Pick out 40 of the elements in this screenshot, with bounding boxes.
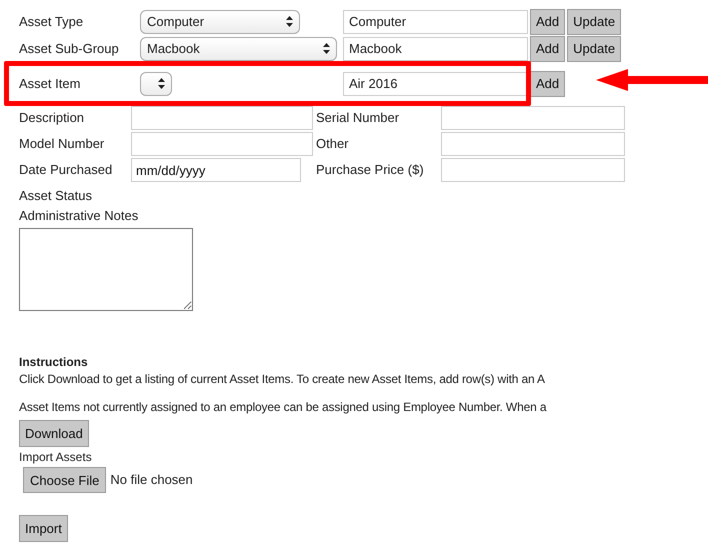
instructions-text: Asset Items not currently assigned to an employee can be assigned using Employee Number. When a <box>19 399 546 415</box>
field-label: Asset Status <box>19 187 92 206</box>
updown-icon <box>158 78 165 89</box>
update-button[interactable]: Update <box>567 8 622 34</box>
text-field[interactable] <box>441 132 625 156</box>
add-button[interactable]: Add <box>530 8 566 34</box>
update-button[interactable]: Update <box>567 36 622 62</box>
text-field[interactable] <box>441 158 625 182</box>
add-button[interactable]: Add <box>530 36 566 62</box>
updown-icon <box>286 16 293 27</box>
field-label: Date Purchased <box>19 161 114 180</box>
field-label: Asset Item <box>19 74 82 93</box>
text-field[interactable] <box>131 132 313 156</box>
text-field[interactable]: Computer <box>343 10 528 34</box>
text-field[interactable] <box>131 106 313 130</box>
file-status: No file chosen <box>110 471 193 490</box>
dropdown[interactable]: Computer <box>140 10 300 34</box>
dropdown[interactable]: Macbook <box>140 36 337 60</box>
field-label: Asset Type <box>19 12 84 31</box>
text-field[interactable]: mm/dd/yyyy <box>131 158 301 182</box>
choose-file-button[interactable]: Choose File <box>23 467 106 493</box>
field-label: Asset Sub-Group <box>19 40 120 58</box>
field-label: Administrative Notes <box>19 207 138 226</box>
text-field[interactable]: Air 2016 <box>343 72 528 96</box>
field-label: Model Number <box>19 135 106 154</box>
text-field[interactable] <box>441 106 625 130</box>
notes-field[interactable] <box>19 228 193 311</box>
field-label: Serial Number <box>316 109 400 128</box>
dropdown[interactable] <box>140 72 172 96</box>
add-button[interactable]: Add <box>530 70 566 96</box>
download-button[interactable]: Download <box>19 420 89 447</box>
field-label: Other <box>316 135 350 154</box>
instructions-text: Click Download to get a listing of current Asset Items. To create new Asset Items, add row(s) with an A <box>19 371 545 387</box>
updown-icon <box>323 43 330 54</box>
section-heading: Instructions <box>19 354 88 370</box>
field-label: Description <box>19 109 86 128</box>
field-label: Purchase Price ($) <box>316 161 425 180</box>
import-button[interactable]: Import <box>19 515 68 542</box>
text-field[interactable]: Macbook <box>343 36 528 60</box>
field-label: Import Assets <box>19 449 92 466</box>
